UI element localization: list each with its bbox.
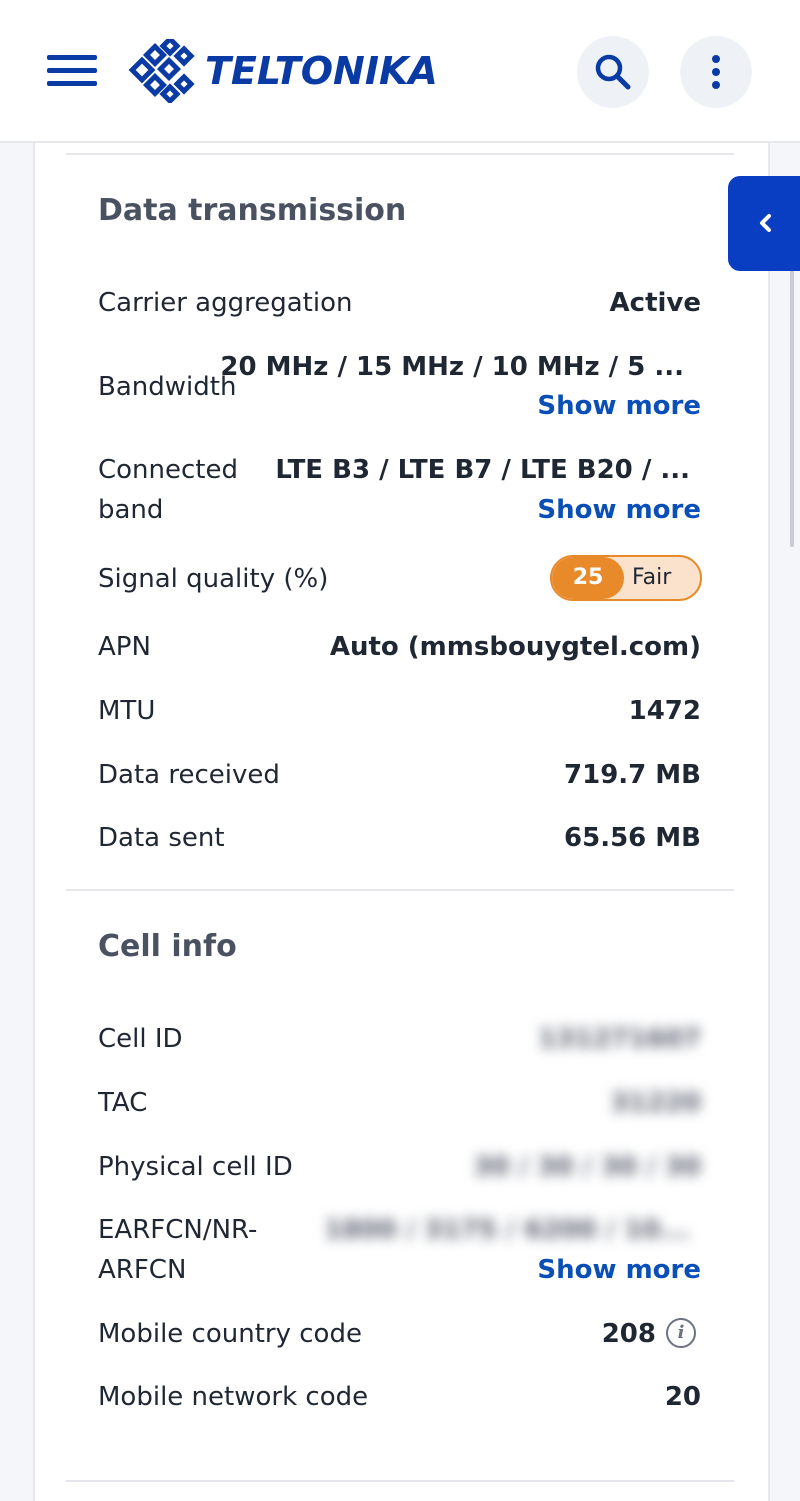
signal-quality-value: 25 bbox=[572, 565, 604, 590]
signal-quality-badge: 25 Fair bbox=[550, 555, 702, 601]
mnc-label: Mobile network code bbox=[98, 1382, 369, 1412]
vertical-dots-icon bbox=[712, 55, 720, 89]
hamburger-menu-icon[interactable] bbox=[47, 55, 97, 87]
tac-value: 31220 bbox=[610, 1088, 701, 1118]
signal-quality-status: Fair bbox=[632, 565, 672, 590]
divider bbox=[66, 153, 734, 155]
connected-band-label-1: Connected bbox=[98, 455, 239, 485]
tac-label: TAC bbox=[98, 1088, 148, 1118]
divider bbox=[66, 889, 734, 891]
more-options-button[interactable] bbox=[680, 36, 752, 108]
earfcn-show-more-link[interactable]: Show more bbox=[537, 1250, 701, 1290]
mnc-value: 20 bbox=[664, 1382, 701, 1412]
earfcn-value: 1800 / 3175 / 6200 / 10... bbox=[324, 1215, 690, 1245]
connected-band-value: LTE B3 / LTE B7 / LTE B20 / ... bbox=[275, 455, 690, 485]
connected-band-label-2: band bbox=[98, 495, 164, 525]
bandwidth-label: Bandwidth bbox=[98, 372, 237, 402]
bandwidth-value: 20 MHz / 15 MHz / 10 MHz / 5 ... bbox=[220, 352, 684, 382]
logo-text: TELTONIKA bbox=[205, 49, 438, 93]
bandwidth-show-more-link[interactable]: Show more bbox=[537, 386, 701, 426]
data-sent-label: Data sent bbox=[98, 823, 225, 853]
physical-cell-id-value: 30 / 30 / 30 / 30 bbox=[473, 1152, 701, 1182]
search-button[interactable] bbox=[577, 36, 649, 108]
carrier-aggregation-value: Active bbox=[609, 288, 701, 318]
chevron-left-icon bbox=[760, 214, 771, 232]
carrier-aggregation-label: Carrier aggregation bbox=[98, 288, 353, 318]
earfcn-label-1: EARFCN/NR- bbox=[98, 1215, 258, 1245]
cell-id-label: Cell ID bbox=[98, 1024, 183, 1054]
physical-cell-id-label: Physical cell ID bbox=[98, 1152, 293, 1182]
mcc-label: Mobile country code bbox=[98, 1319, 362, 1349]
data-received-value: 719.7 MB bbox=[564, 760, 701, 790]
search-icon bbox=[595, 54, 631, 90]
sidebar-toggle-button[interactable] bbox=[728, 176, 800, 271]
connected-band-show-more-link[interactable]: Show more bbox=[537, 490, 701, 530]
section-title-cell-info: Cell info bbox=[98, 929, 237, 964]
apn-label: APN bbox=[98, 632, 151, 662]
mtu-value: 1472 bbox=[628, 696, 701, 726]
section-title-data-transmission: Data transmission bbox=[98, 193, 407, 228]
data-sent-value: 65.56 MB bbox=[564, 823, 701, 853]
divider bbox=[66, 1480, 734, 1482]
data-received-label: Data received bbox=[98, 760, 280, 790]
earfcn-label-2: ARFCN bbox=[98, 1255, 187, 1285]
teltonika-logo-mark bbox=[128, 39, 195, 103]
signal-quality-label: Signal quality (%) bbox=[98, 564, 329, 594]
top-bar: TELTONIKA bbox=[0, 0, 800, 143]
apn-value: Auto (mmsbouygtel.com) bbox=[329, 632, 701, 662]
mcc-value: 208 bbox=[601, 1319, 656, 1349]
info-icon[interactable]: i bbox=[666, 1318, 696, 1348]
cell-id-value: 131271607 bbox=[538, 1024, 701, 1054]
teltonika-logo[interactable]: TELTONIKA bbox=[127, 38, 438, 104]
mtu-label: MTU bbox=[98, 696, 156, 726]
